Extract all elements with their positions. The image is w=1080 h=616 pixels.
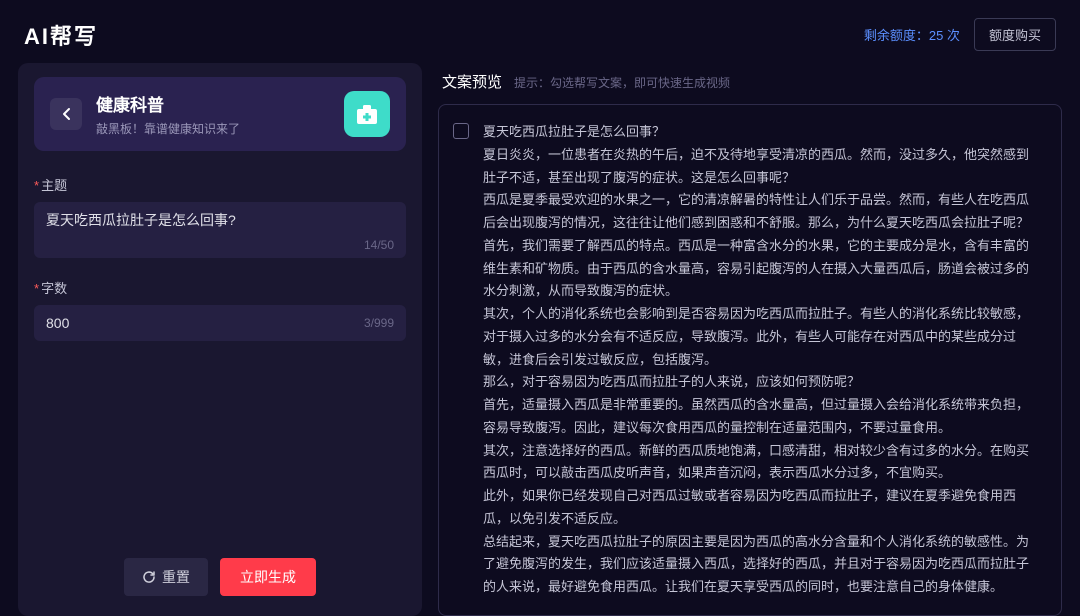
topic-input[interactable] [46,212,394,228]
words-input[interactable] [34,305,364,341]
quota-value: 25 次 [929,28,960,43]
category-subtitle: 敲黑板！靠谱健康知识来了 [96,120,330,137]
required-star: * [34,281,39,296]
back-button[interactable] [50,98,82,130]
topic-field: *主题 14/50 [34,175,406,258]
select-checkbox[interactable] [453,123,469,139]
action-row: 重置 立即生成 [34,558,406,600]
generate-button[interactable]: 立即生成 [220,558,316,596]
form-panel: 健康科普 敲黑板！靠谱健康知识来了 *主题 14/50 [18,63,422,616]
reset-button[interactable]: 重置 [124,558,208,596]
quota-label: 剩余额度： [864,28,929,43]
preview-box: 夏天吃西瓜拉肚子是怎么回事？夏日炎炎，一位患者在炎热的午后，迫不及待地享受清凉的… [438,104,1062,616]
topic-input-wrap: 14/50 [34,202,406,258]
preview-hint: 提示：勾选帮写文案，即可快速生成视频 [514,74,730,91]
category-info: 健康科普 敲黑板！靠谱健康知识来了 [96,91,330,137]
category-card: 健康科普 敲黑板！靠谱健康知识来了 [34,77,406,151]
category-icon-wrap [344,91,390,137]
main-content: 健康科普 敲黑板！靠谱健康知识来了 *主题 14/50 [0,63,1080,616]
app-header: AI帮写 剩余额度：25 次 额度购买 [0,0,1080,63]
topic-char-count: 14/50 [46,238,394,252]
app-title: AI帮写 [24,19,98,51]
preview-content: 夏天吃西瓜拉肚子是怎么回事？夏日炎炎，一位患者在炎热的午后，迫不及待地享受清凉的… [483,121,1045,599]
buy-quota-button[interactable]: 额度购买 [974,18,1056,51]
words-label: *字数 [34,278,406,297]
reset-label: 重置 [162,567,190,587]
refresh-icon [142,570,156,584]
category-title: 健康科普 [96,91,330,116]
words-input-wrap: 3/999 [34,305,406,341]
chevron-left-icon [61,107,71,121]
preview-title: 文案预览 [442,71,502,92]
required-star: * [34,178,39,193]
topic-label: *主题 [34,175,406,194]
quota-display: 剩余额度：25 次 [864,25,960,44]
header-right: 剩余额度：25 次 额度购买 [864,18,1056,51]
words-limit: 3/999 [364,316,394,330]
preview-header: 文案预览 提示：勾选帮写文案，即可快速生成视频 [438,63,1062,104]
medical-kit-icon [354,101,380,127]
preview-panel: 文案预览 提示：勾选帮写文案，即可快速生成视频 夏天吃西瓜拉肚子是怎么回事？夏日… [438,63,1062,616]
words-field: *字数 3/999 [34,278,406,341]
